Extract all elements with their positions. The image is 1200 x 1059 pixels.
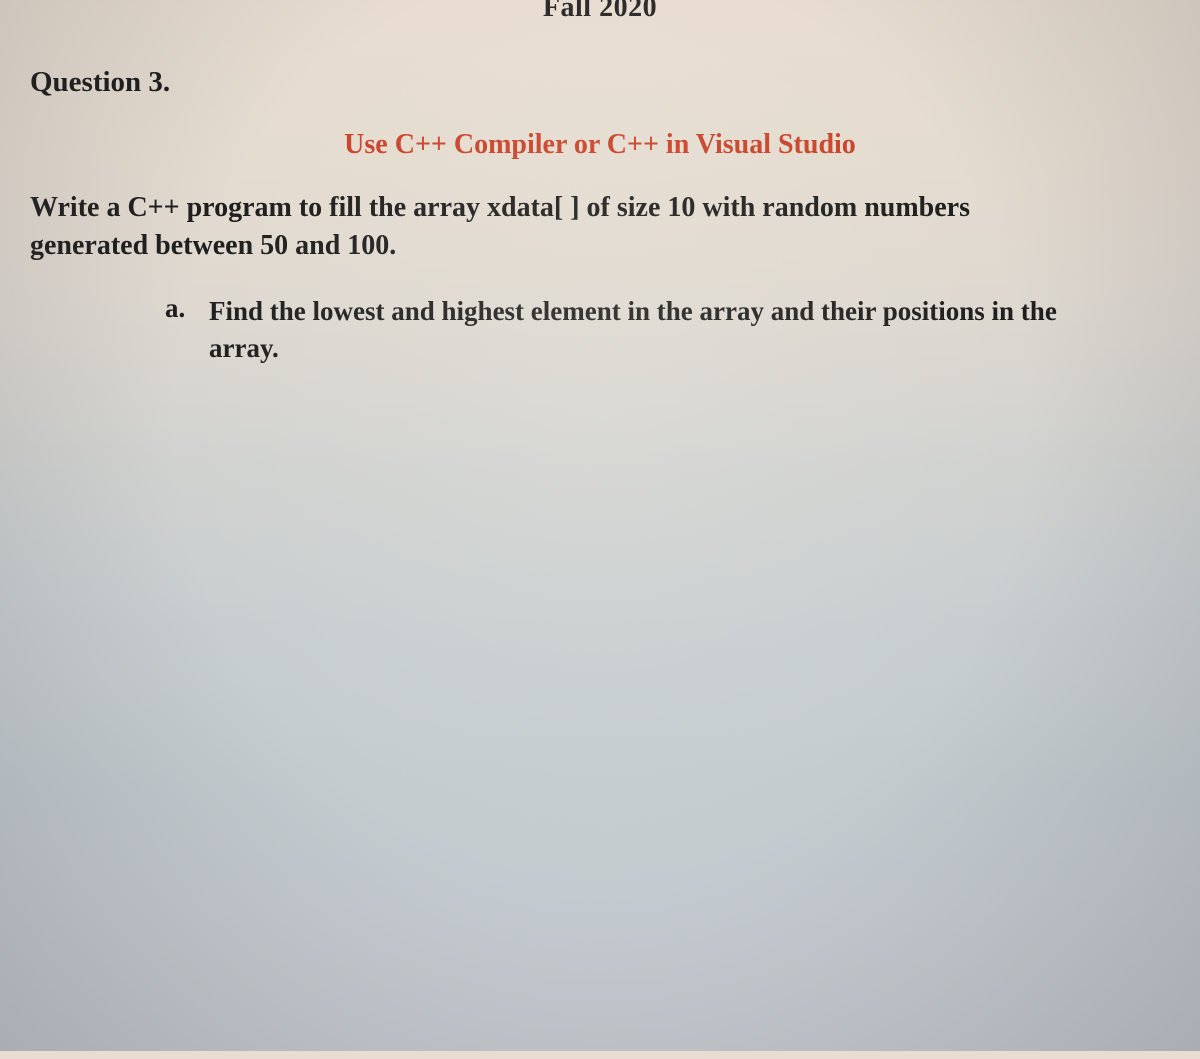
subpart-text: Find the lowest and highest element in t… — [209, 293, 1115, 369]
subpart-label: a. — [165, 293, 205, 324]
program-instruction: Write a C++ program to fill the array xd… — [30, 189, 1080, 265]
page-header-partial: Fall 2020 — [30, 0, 1170, 24]
question-title: Question 3. — [30, 66, 1170, 99]
subpart-a: a. Find the lowest and highest element i… — [165, 293, 1115, 369]
compiler-instruction: Use C++ Compiler or C++ in Visual Studio — [130, 129, 1070, 161]
